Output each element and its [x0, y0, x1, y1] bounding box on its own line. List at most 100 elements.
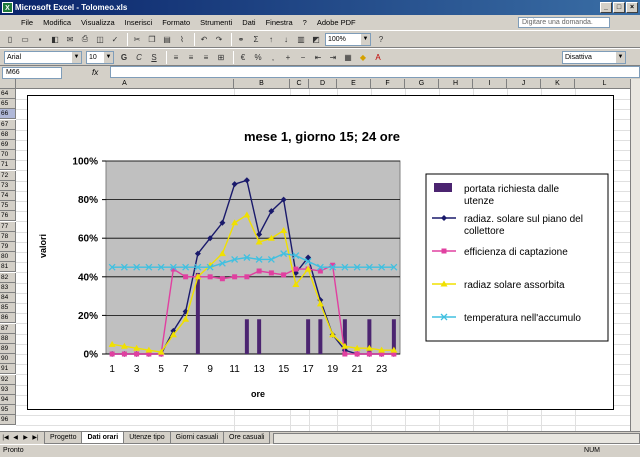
close-button[interactable]: ×	[626, 2, 638, 13]
menu-item-2[interactable]: Visualizza	[76, 18, 120, 27]
row-header-66[interactable]: 66	[0, 109, 16, 120]
column-header-K[interactable]: K	[541, 79, 575, 89]
menu-item-5[interactable]: Strumenti	[195, 18, 237, 27]
horizontal-scrollbar[interactable]	[273, 432, 640, 444]
row-header-78[interactable]: 78	[0, 231, 16, 242]
redo-icon[interactable]: ↷	[213, 33, 225, 45]
row-header-92[interactable]: 92	[0, 374, 16, 385]
sheet-tab-2[interactable]: Utenze tipo	[123, 432, 171, 444]
prev-sheet-icon[interactable]: ◀	[11, 433, 20, 443]
currency-icon[interactable]: €	[237, 51, 249, 63]
row-header-87[interactable]: 87	[0, 323, 16, 334]
menu-item-9[interactable]: Adobe PDF	[312, 18, 361, 27]
bold-icon[interactable]: G	[118, 51, 130, 63]
format-painter-icon[interactable]: ⌇	[176, 33, 188, 45]
row-header-83[interactable]: 83	[0, 282, 16, 293]
row-header-74[interactable]: 74	[0, 191, 16, 201]
sheet-tab-0[interactable]: Progetto	[44, 432, 83, 444]
row-header-80[interactable]: 80	[0, 252, 16, 263]
row-header-71[interactable]: 71	[0, 160, 16, 171]
row-header-69[interactable]: 69	[0, 140, 16, 150]
row-header-75[interactable]: 75	[0, 201, 16, 212]
column-header-C[interactable]: C	[290, 79, 309, 89]
vertical-scrollbar[interactable]	[630, 79, 640, 431]
align-left-icon[interactable]: ≡	[170, 51, 182, 63]
row-header-85[interactable]: 85	[0, 303, 16, 314]
column-header-A[interactable]: A	[16, 79, 234, 89]
help-icon[interactable]: ?	[375, 33, 387, 45]
row-header-96[interactable]: 96	[0, 415, 16, 426]
ask-question-input[interactable]: Digitare una domanda.	[518, 17, 610, 28]
menu-item-4[interactable]: Formato	[157, 18, 195, 27]
print-icon[interactable]: ⎙	[79, 33, 91, 45]
percent-icon[interactable]: %	[252, 51, 264, 63]
increase-indent-icon[interactable]: ⇥	[327, 51, 339, 63]
column-header-G[interactable]: G	[405, 79, 439, 89]
menu-item-7[interactable]: Finestra	[261, 18, 298, 27]
last-sheet-icon[interactable]: ▶|	[31, 433, 40, 443]
thousands-icon[interactable]: ,	[267, 51, 279, 63]
row-header-77[interactable]: 77	[0, 221, 16, 232]
select-all-corner[interactable]	[0, 79, 16, 89]
row-header-93[interactable]: 93	[0, 384, 16, 395]
cut-icon[interactable]: ✂	[131, 33, 143, 45]
sheet-tab-1[interactable]: Dati orari	[81, 432, 125, 444]
sheet-tab-4[interactable]: Ore casuali	[223, 432, 271, 444]
row-header-72[interactable]: 72	[0, 170, 16, 181]
hyperlink-icon[interactable]: ⚭	[235, 33, 247, 45]
row-header-67[interactable]: 67	[0, 119, 16, 130]
sort-desc-icon[interactable]: ↓	[280, 33, 292, 45]
permission-icon[interactable]: ◧	[49, 33, 61, 45]
menu-item-1[interactable]: Modifica	[38, 18, 76, 27]
menu-item-6[interactable]: Dati	[237, 18, 260, 27]
formula-input[interactable]	[110, 66, 640, 78]
row-header-64[interactable]: 64	[0, 89, 16, 99]
menu-item-0[interactable]: File	[16, 18, 38, 27]
chart-object[interactable]: mese 1, giorno 15; 24 ore valori ore 0% 2…	[27, 95, 614, 410]
font-size-select[interactable]: 10 ▼	[86, 50, 114, 64]
borders-icon[interactable]: ▦	[342, 51, 354, 63]
row-header-70[interactable]: 70	[0, 150, 16, 161]
style-select[interactable]: Disattiva ▼	[562, 50, 626, 64]
font-color-icon[interactable]: A	[372, 51, 384, 63]
decrease-decimal-icon[interactable]: −	[297, 51, 309, 63]
drawing-icon[interactable]: ◩	[310, 33, 322, 45]
column-header-L[interactable]: L	[575, 79, 630, 89]
row-header-79[interactable]: 79	[0, 242, 16, 252]
sheet-tab-3[interactable]: Giorni casuali	[169, 432, 225, 444]
next-sheet-icon[interactable]: ▶	[21, 433, 30, 443]
row-header-73[interactable]: 73	[0, 180, 16, 191]
row-header-86[interactable]: 86	[0, 313, 16, 324]
minimize-button[interactable]: _	[600, 2, 612, 13]
underline-icon[interactable]: S	[148, 51, 160, 63]
increase-decimal-icon[interactable]: +	[282, 51, 294, 63]
row-header-95[interactable]: 95	[0, 405, 16, 416]
menu-item-3[interactable]: Inserisci	[120, 18, 158, 27]
column-header-D[interactable]: D	[309, 79, 337, 89]
row-header-94[interactable]: 94	[0, 395, 16, 405]
row-header-65[interactable]: 65	[0, 99, 16, 110]
row-header-68[interactable]: 68	[0, 129, 16, 140]
row-header-84[interactable]: 84	[0, 293, 16, 303]
merge-center-icon[interactable]: ⊞	[215, 51, 227, 63]
font-select[interactable]: Arial ▼	[4, 50, 82, 64]
chart-wizard-icon[interactable]: ▥	[295, 33, 307, 45]
column-header-J[interactable]: J	[507, 79, 541, 89]
row-header-82[interactable]: 82	[0, 272, 16, 283]
zoom-select[interactable]: 100% ▼	[325, 32, 371, 46]
copy-icon[interactable]: ❐	[146, 33, 158, 45]
sort-asc-icon[interactable]: ↑	[265, 33, 277, 45]
row-header-81[interactable]: 81	[0, 262, 16, 273]
row-header-89[interactable]: 89	[0, 344, 16, 354]
align-right-icon[interactable]: ≡	[200, 51, 212, 63]
column-header-H[interactable]: H	[439, 79, 473, 89]
row-header-88[interactable]: 88	[0, 333, 16, 344]
spelling-icon[interactable]: ✓	[109, 33, 121, 45]
fill-color-icon[interactable]: ◆	[357, 51, 369, 63]
maximize-button[interactable]: □	[613, 2, 625, 13]
name-box[interactable]: M66	[2, 66, 62, 79]
save-icon[interactable]: ▪	[34, 33, 46, 45]
email-icon[interactable]: ✉	[64, 33, 76, 45]
paste-icon[interactable]: ▤	[161, 33, 173, 45]
column-header-F[interactable]: F	[371, 79, 405, 89]
